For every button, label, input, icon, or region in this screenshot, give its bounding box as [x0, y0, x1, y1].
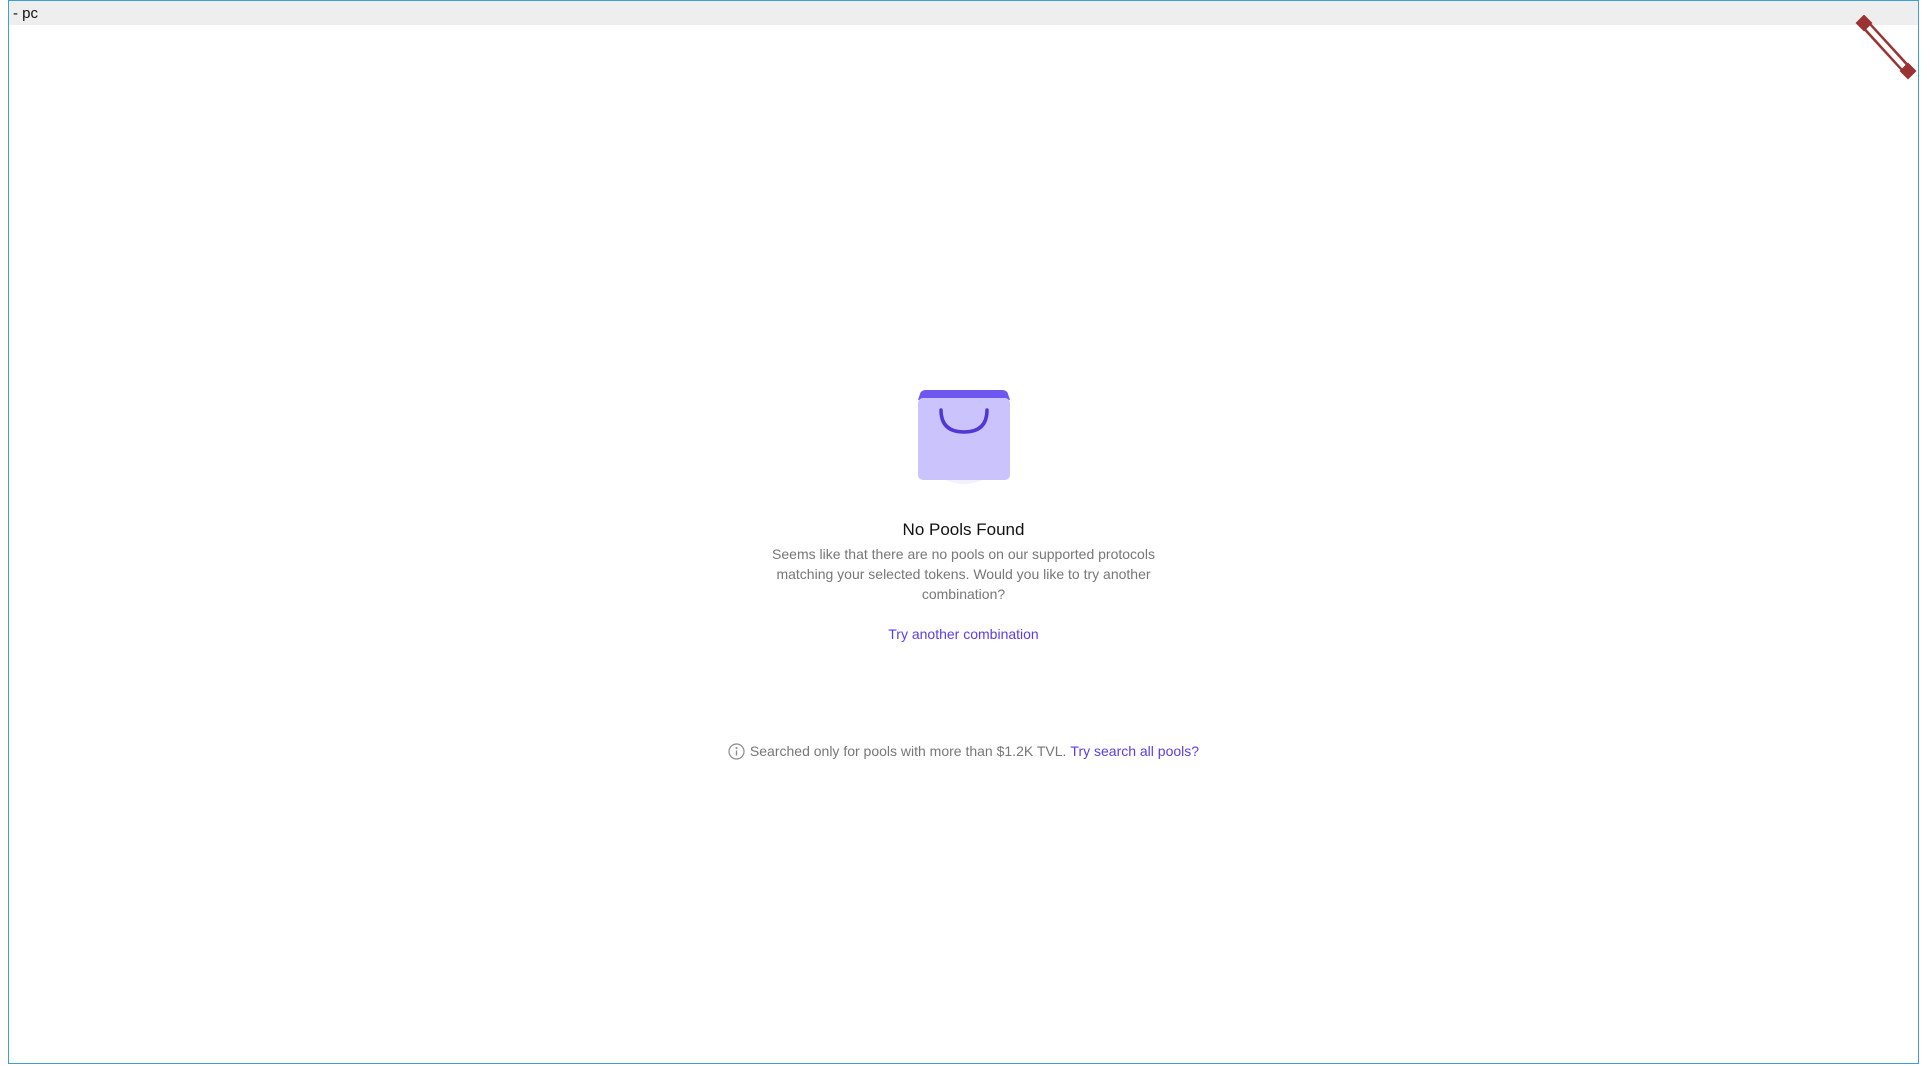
search-all-pools-link[interactable]: Try search all pools?: [1070, 741, 1199, 761]
info-icon: [728, 742, 745, 760]
tvl-filter-note: Searched only for pools with more than $…: [9, 741, 1918, 761]
resize-handle-icon[interactable]: [1854, 15, 1918, 85]
artboard-frame: - pc No Pools Found Seems like that ther…: [8, 0, 1919, 1064]
tvl-note-text: Searched only for pools with more than $…: [749, 743, 1067, 759]
try-another-combination-link[interactable]: Try another combination: [888, 624, 1038, 644]
shopping-bag-icon: [914, 386, 1014, 490]
empty-state: No Pools Found Seems like that there are…: [9, 386, 1918, 644]
empty-state-title: No Pools Found: [902, 520, 1025, 539]
empty-state-description: Seems like that there are no pools on ou…: [772, 546, 1155, 602]
artboard-titlebar: - pc: [9, 1, 1918, 25]
artboard-label: - pc: [13, 5, 39, 22]
